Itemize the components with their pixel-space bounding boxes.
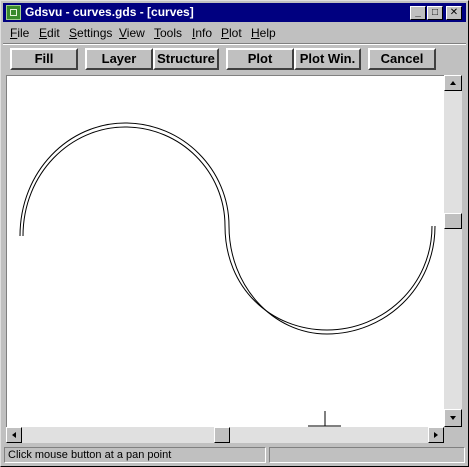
minimize-button[interactable]: _ [410, 6, 426, 20]
minimize-icon: _ [415, 7, 421, 18]
layer-button[interactable]: Layer [85, 48, 153, 70]
arrow-down-icon [450, 416, 456, 420]
menu-tools-label: ools [160, 26, 183, 40]
s-curve-inner [22, 126, 433, 331]
drawing-svg [19, 122, 436, 427]
menu-settings[interactable]: Settings [69, 26, 112, 40]
drawing-canvas[interactable] [6, 75, 445, 428]
vertical-scroll-thumb[interactable] [444, 213, 462, 229]
scroll-corner [444, 427, 462, 443]
close-icon: ✕ [449, 7, 459, 18]
plot-button[interactable]: Plot [226, 48, 294, 70]
horizontal-scrollbar[interactable] [6, 427, 444, 443]
menu-settings-label: ettings [77, 26, 113, 40]
scroll-up-button[interactable] [444, 75, 462, 91]
window-title: Gdsvu - curves.gds - [curves] [25, 5, 194, 19]
pan-cursor [308, 411, 341, 427]
menu-plot-mnemonic: P [221, 26, 230, 40]
menu-tools[interactable]: Tools [154, 26, 182, 40]
toolbar-separator [3, 43, 466, 45]
menu-edit-label: dit [47, 26, 60, 40]
fill-button[interactable]: Fill [10, 48, 78, 70]
menu-file-label: ile [17, 26, 30, 40]
scroll-right-button[interactable] [428, 427, 444, 443]
arrow-left-icon [12, 432, 16, 438]
vertical-scrollbar[interactable] [444, 75, 462, 427]
menu-help[interactable]: Help [251, 26, 276, 40]
menu-plot-label: lot [229, 26, 242, 40]
menu-info-label: nfo [195, 26, 213, 40]
scroll-left-button[interactable] [6, 427, 22, 443]
close-button[interactable]: ✕ [446, 6, 462, 20]
menu-view-mnemonic: V [119, 26, 127, 40]
title-bar[interactable]: Gdsvu - curves.gds - [curves] _ □ ✕ [3, 3, 466, 22]
menu-info[interactable]: Info [192, 26, 212, 40]
menu-file[interactable]: File [10, 26, 29, 40]
arrow-up-icon [450, 81, 456, 85]
cancel-button[interactable]: Cancel [368, 48, 436, 70]
menu-view[interactable]: View [119, 26, 145, 40]
status-message: Click mouse button at a pan point [4, 447, 266, 463]
menu-plot[interactable]: Plot [221, 26, 242, 40]
app-window: Gdsvu - curves.gds - [curves] _ □ ✕ File… [0, 0, 469, 467]
menu-help-mnemonic: H [251, 26, 260, 40]
menu-help-label: elp [259, 26, 276, 40]
menu-view-label: iew [126, 26, 145, 40]
structure-button[interactable]: Structure [153, 48, 219, 70]
menu-settings-mnemonic: S [69, 26, 78, 40]
menu-edit[interactable]: Edit [39, 26, 60, 40]
status-bar: Click mouse button at a pan point [3, 446, 466, 465]
app-icon[interactable] [6, 5, 21, 20]
arrow-right-icon [434, 432, 438, 438]
plot-window-button[interactable]: Plot Win. [294, 48, 361, 70]
s-curve-outer [19, 122, 436, 335]
maximize-button[interactable]: □ [427, 6, 443, 20]
maximize-icon: □ [431, 7, 439, 18]
menu-edit-mnemonic: E [39, 26, 48, 40]
status-right-pane [269, 447, 465, 463]
horizontal-scroll-thumb[interactable] [214, 427, 230, 443]
menu-bar: File Edit Settings View Tools Info Plot … [3, 24, 466, 42]
scroll-down-button[interactable] [444, 409, 462, 427]
